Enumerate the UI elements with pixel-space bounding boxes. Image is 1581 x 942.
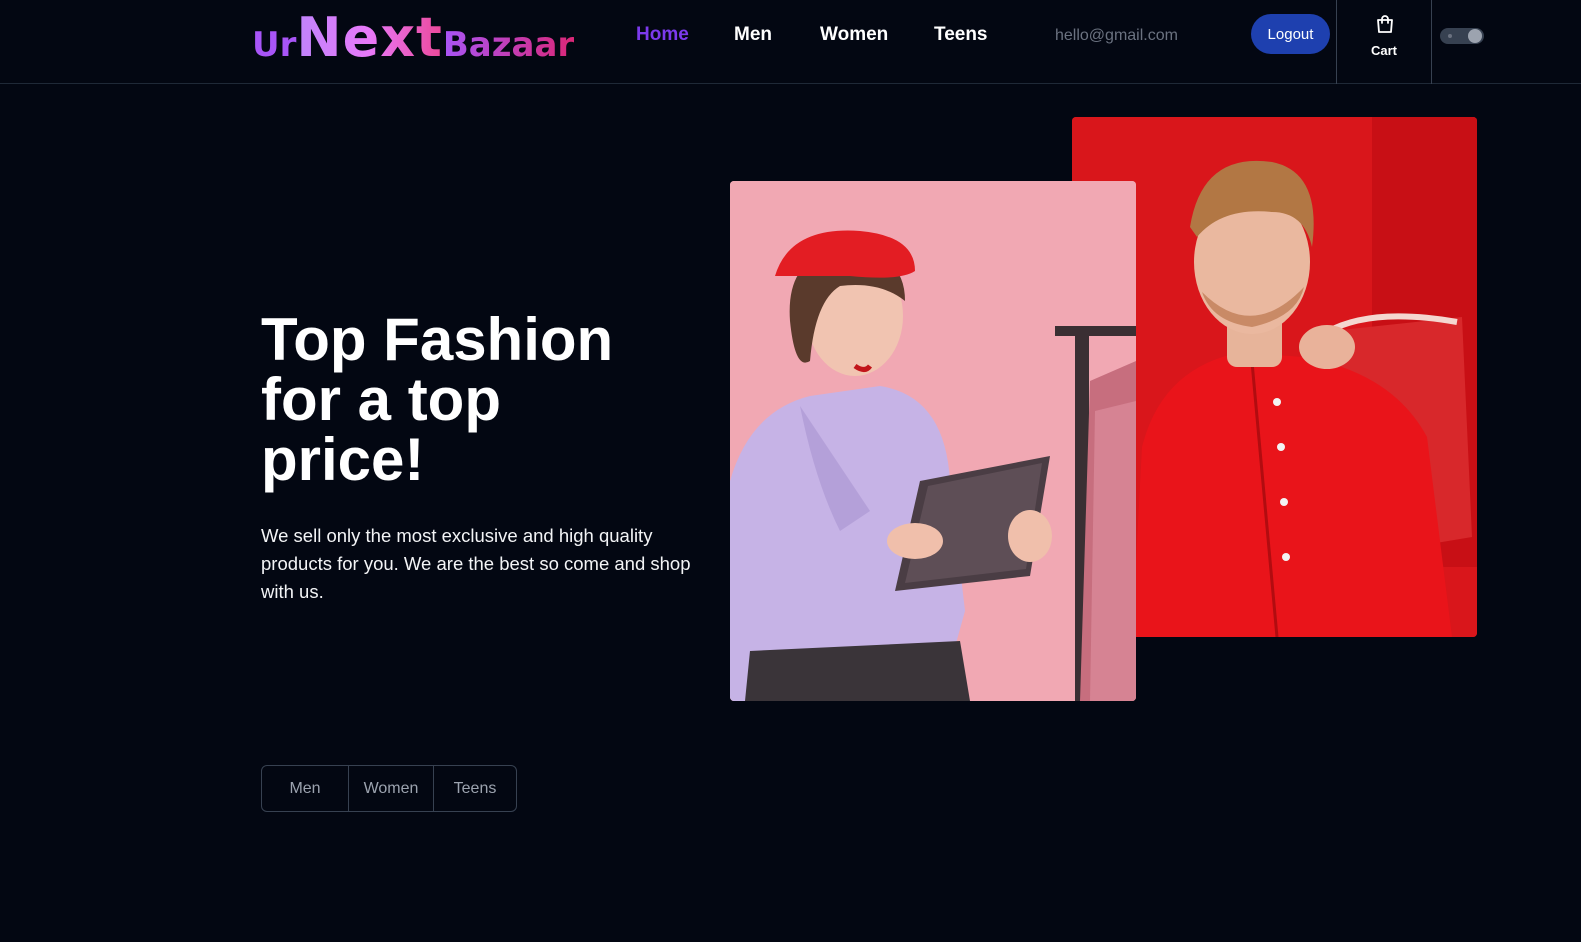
- nav-home[interactable]: Home: [636, 24, 689, 46]
- shopping-bag-icon: [1377, 15, 1393, 33]
- hero-image-woman: [730, 181, 1136, 701]
- nav-women[interactable]: Women: [820, 24, 888, 46]
- cart-button[interactable]: Cart: [1336, 0, 1432, 84]
- category-filter-group: Men Women Teens: [261, 765, 517, 812]
- theme-toggle[interactable]: [1440, 28, 1484, 44]
- hero-title: Top Fashion for a top price!: [261, 306, 614, 493]
- cart-label: Cart: [1370, 43, 1397, 58]
- filter-teens-button[interactable]: Teens: [434, 766, 516, 811]
- toggle-knob: [1468, 29, 1482, 43]
- brand-logo[interactable]: UrNextBazaar: [252, 6, 575, 69]
- logo-next: Next: [296, 6, 443, 69]
- filter-women-button[interactable]: Women: [349, 766, 434, 811]
- logo-ur: Ur: [252, 25, 297, 65]
- nav-men[interactable]: Men: [734, 24, 772, 46]
- logout-button[interactable]: Logout: [1251, 14, 1330, 54]
- nav-teens[interactable]: Teens: [934, 24, 988, 46]
- toggle-icon: [1448, 34, 1452, 38]
- filter-men-button[interactable]: Men: [262, 766, 349, 811]
- logo-bazaar: Bazaar: [442, 25, 575, 65]
- user-email: hello@gmail.com: [1055, 27, 1178, 44]
- hero-description: We sell only the most exclusive and high…: [261, 525, 691, 602]
- site-header: UrNextBazaar Home Men Women Teens hello@…: [0, 0, 1581, 84]
